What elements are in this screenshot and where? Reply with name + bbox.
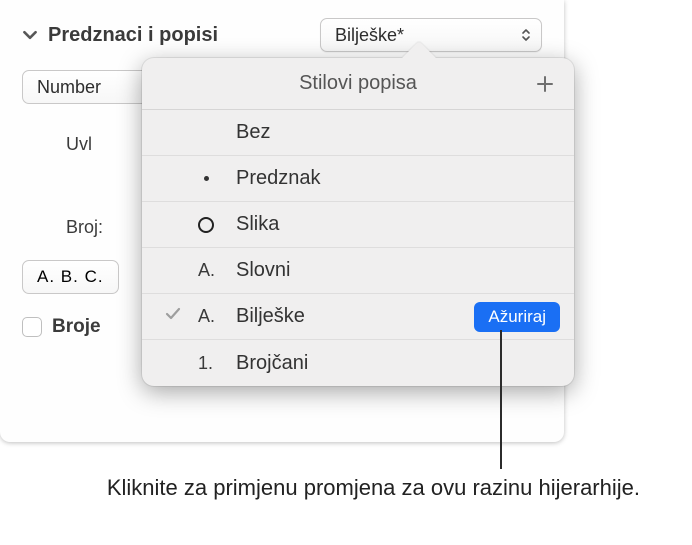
callout-text: Kliknite za primjenu promjena za ovu raz… <box>100 473 640 503</box>
bullet-icon <box>204 176 209 181</box>
ring-icon <box>198 217 214 233</box>
list-styles-popover: Stilovi popisa Bez Predznak Slika A. Slo… <box>142 58 574 386</box>
list-style-item-bez[interactable]: Bez <box>142 110 574 156</box>
popover-header: Stilovi popisa <box>142 58 574 110</box>
list-style-item-predznak[interactable]: Predznak <box>142 156 574 202</box>
item-label: Bilješke <box>236 305 305 328</box>
item-label: Bez <box>236 121 270 144</box>
item-label: Slovni <box>236 259 290 282</box>
marker-column <box>198 176 236 181</box>
list-style-dropdown[interactable]: Bilješke* <box>320 18 542 52</box>
add-style-button[interactable] <box>530 69 560 99</box>
callout-leader-line <box>500 330 502 469</box>
list-style-selected: Bilješke* <box>335 25 404 46</box>
item-label: Slika <box>236 213 279 236</box>
numbering-style-dropdown[interactable]: A. B. C. <box>22 260 119 294</box>
list-style-item-biljeske[interactable]: A. Bilješke Ažuriraj <box>142 294 574 340</box>
checkmark-icon <box>164 305 182 329</box>
item-label: Brojčani <box>236 352 308 375</box>
list-style-item-slovni[interactable]: A. Slovni <box>142 248 574 294</box>
list-style-item-brojcani[interactable]: 1. Brojčani <box>142 340 574 386</box>
section-title: Predznaci i popisi <box>48 24 310 47</box>
list-style-items: Bez Predznak Slika A. Slovni A. Bilješke <box>142 110 574 386</box>
item-label: Predznak <box>236 167 321 190</box>
marker-column: A. <box>198 306 236 327</box>
disclosure-down-icon[interactable] <box>22 27 38 43</box>
marker-column: 1. <box>198 353 236 374</box>
tiered-numbers-checkbox[interactable] <box>22 317 42 337</box>
number-button-label: Number <box>37 77 101 98</box>
updown-arrows-icon <box>521 28 531 42</box>
update-style-button[interactable]: Ažuriraj <box>474 302 560 332</box>
check-column <box>164 305 198 329</box>
update-button-label: Ažuriraj <box>488 307 546 327</box>
tiered-numbers-label: Broje <box>52 316 101 338</box>
section-header: Predznaci i popisi Bilješke* <box>22 18 542 52</box>
popover-title: Stilovi popisa <box>142 72 574 95</box>
number-format-button[interactable]: Number <box>22 70 144 104</box>
list-style-item-slika[interactable]: Slika <box>142 202 574 248</box>
numbering-style-value: A. B. C. <box>37 267 104 287</box>
marker-column <box>198 217 236 233</box>
marker-column: A. <box>198 260 236 281</box>
